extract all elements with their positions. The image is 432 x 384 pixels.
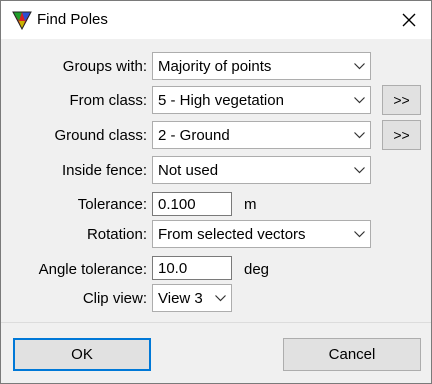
- from-class-value: 5 - High vegetation: [158, 92, 284, 109]
- chevron-down-icon: [348, 53, 370, 79]
- groups-with-value: Majority of points: [158, 58, 272, 75]
- inside-fence-dropdown[interactable]: Not used: [152, 156, 371, 184]
- groups-with-label: Groups with:: [62, 58, 147, 75]
- chevron-down-icon: [348, 122, 370, 148]
- tolerance-label: Tolerance:: [77, 196, 147, 213]
- ground-class-dropdown[interactable]: 2 - Ground: [152, 121, 371, 149]
- tolerance-unit: m: [244, 196, 257, 213]
- tolerance-value: 0.100: [158, 196, 196, 213]
- chevron-down-icon: [348, 87, 370, 113]
- inside-fence-label: Inside fence:: [61, 162, 147, 179]
- window-title: Find Poles: [37, 11, 108, 28]
- close-button[interactable]: [387, 1, 431, 39]
- from-class-browse-button[interactable]: >>: [382, 85, 421, 115]
- rotation-value: From selected vectors: [158, 226, 306, 243]
- clip-view-dropdown[interactable]: View 3: [152, 284, 232, 312]
- title-bar: Find Poles: [1, 1, 431, 39]
- ground-class-value: 2 - Ground: [158, 127, 230, 144]
- clip-view-value: View 3: [158, 290, 203, 307]
- rotation-dropdown[interactable]: From selected vectors: [152, 220, 371, 248]
- angle-tolerance-value: 10.0: [158, 260, 188, 277]
- clip-view-label: Clip view:: [82, 290, 147, 307]
- from-class-dropdown[interactable]: 5 - High vegetation: [152, 86, 371, 114]
- inside-fence-value: Not used: [158, 162, 219, 179]
- tolerance-input[interactable]: 0.100: [152, 192, 232, 216]
- ground-class-browse-button[interactable]: >>: [382, 120, 421, 150]
- chevron-down-icon: [348, 221, 370, 247]
- angle-tolerance-label: Angle tolerance:: [38, 261, 147, 278]
- angle-tolerance-input[interactable]: 10.0: [152, 256, 232, 280]
- groups-with-dropdown[interactable]: Majority of points: [152, 52, 371, 80]
- button-bar: OK Cancel: [1, 323, 431, 383]
- close-icon: [402, 13, 416, 27]
- colored-triangle-app-icon: [12, 11, 32, 30]
- from-class-label: From class:: [69, 92, 147, 109]
- chevron-down-icon: [348, 157, 370, 183]
- chevron-down-icon: [209, 285, 231, 311]
- ok-button[interactable]: OK: [13, 338, 151, 371]
- cancel-button[interactable]: Cancel: [283, 338, 421, 371]
- angle-tolerance-unit: deg: [244, 261, 270, 278]
- find-poles-dialog: Find Poles Groups with: Majority of poin…: [0, 0, 432, 384]
- ground-class-label: Ground class:: [54, 127, 147, 144]
- rotation-label: Rotation:: [86, 226, 147, 243]
